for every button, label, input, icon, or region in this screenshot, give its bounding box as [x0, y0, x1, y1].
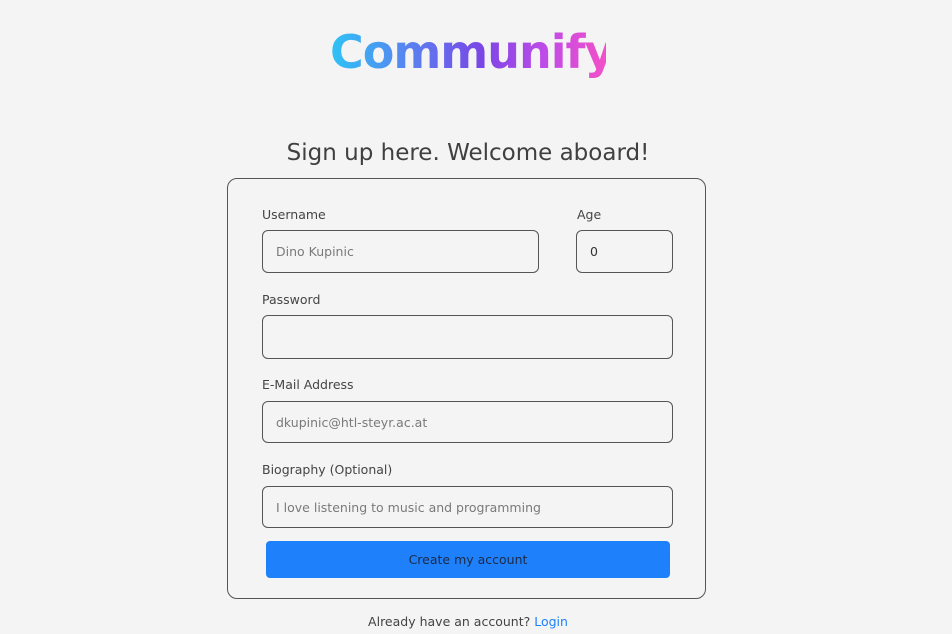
email-input[interactable]: [262, 401, 673, 443]
signup-form: Username Age Password E-Mail Address Bio…: [227, 178, 706, 599]
username-label: Username: [262, 207, 326, 222]
login-prompt: Already have an account? Login: [0, 614, 936, 630]
email-label: E-Mail Address: [262, 377, 354, 392]
age-input[interactable]: [576, 230, 673, 273]
age-label: Age: [577, 207, 602, 222]
username-input[interactable]: [262, 230, 539, 273]
brand-logo-text: Communify: [330, 25, 615, 79]
password-input[interactable]: [262, 315, 673, 359]
page-title: Sign up here. Welcome aboard!: [286, 140, 650, 166]
create-account-button[interactable]: Create my account: [266, 541, 670, 578]
password-label: Password: [262, 292, 321, 307]
login-link[interactable]: Login: [534, 614, 568, 629]
biography-input[interactable]: [262, 486, 673, 528]
biography-label: Biography (Optional): [262, 462, 393, 477]
login-prompt-text: Already have an account?: [368, 614, 531, 629]
brand-logo: Communify: [330, 24, 615, 84]
